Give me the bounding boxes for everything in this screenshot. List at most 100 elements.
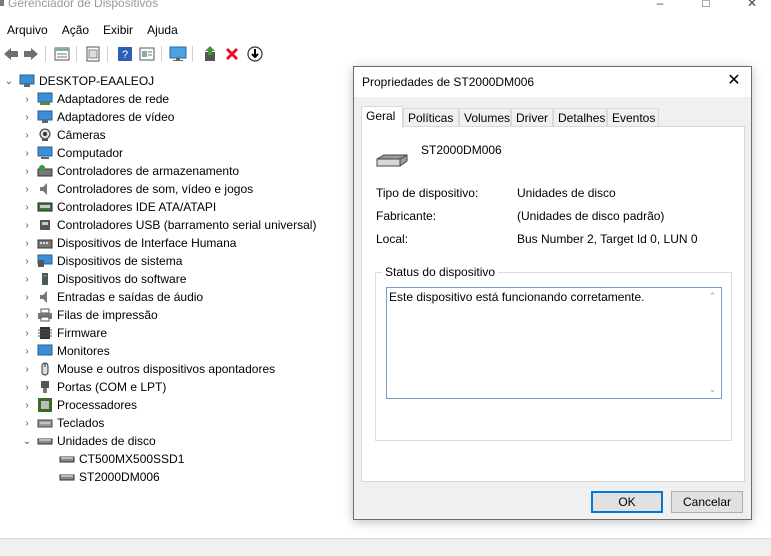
- tab-driver[interactable]: Driver: [511, 108, 553, 127]
- expand-icon[interactable]: ›: [21, 183, 33, 195]
- scroll-down-icon[interactable]: ⌄: [707, 384, 718, 395]
- tree-item-controladores-usb[interactable]: › Controladores USB (barramento serial u…: [21, 216, 316, 234]
- toolbar-separator: [76, 46, 77, 62]
- tree-item-firmware[interactable]: › Firmware: [21, 324, 107, 342]
- tree-item-label: Monitores: [57, 344, 110, 358]
- disk-drive-icon: [59, 470, 75, 484]
- minimize-icon[interactable]: –: [654, 0, 666, 9]
- tab-detalhes[interactable]: Detalhes: [553, 108, 607, 127]
- tree-item-label: Controladores USB (barramento serial uni…: [57, 218, 317, 232]
- monitor-icon[interactable]: [169, 45, 187, 63]
- tree-item-monitores[interactable]: › Monitores: [21, 342, 110, 360]
- expand-icon[interactable]: ›: [21, 165, 33, 177]
- ide-controller-icon: [37, 200, 53, 214]
- tree-item-controladores-ide[interactable]: › Controladores IDE ATA/ATAPI: [21, 198, 216, 216]
- show-hidden-icon[interactable]: [84, 45, 102, 63]
- tree-root[interactable]: ⌄ DESKTOP-EAALEOJ: [3, 72, 154, 90]
- update-driver-icon[interactable]: [201, 45, 219, 63]
- tree-item-adaptadores-de-video[interactable]: › Adaptadores de vídeo: [21, 108, 174, 126]
- properties-icon[interactable]: [53, 45, 71, 63]
- properties-dialog: Propriedades de ST2000DM006 ✕ Geral Polí…: [353, 66, 752, 520]
- cancel-button[interactable]: Cancelar: [671, 491, 743, 513]
- expand-icon[interactable]: ›: [21, 327, 33, 339]
- tree-item-unidades-de-disco[interactable]: ⌄ Unidades de disco: [21, 432, 156, 450]
- expand-icon[interactable]: ›: [21, 237, 33, 249]
- tree-item-label: Entradas e saídas de áudio: [57, 290, 204, 304]
- network-adapter-icon: [37, 92, 53, 106]
- tree-item-teclados[interactable]: › Teclados: [21, 414, 104, 432]
- collapse-icon[interactable]: ⌄: [21, 435, 33, 447]
- expand-icon[interactable]: ›: [21, 291, 33, 303]
- tree-item-controladores-de-armazenamento[interactable]: › Controladores de armazenamento: [21, 162, 239, 180]
- storage-controller-icon: [37, 164, 53, 178]
- tree-item-label: Controladores IDE ATA/ATAPI: [57, 200, 217, 214]
- device-type-label: Tipo de dispositivo:: [376, 186, 479, 200]
- tree-item-filas-de-impressao[interactable]: › Filas de impressão: [21, 306, 157, 324]
- tab-volumes[interactable]: Volumes: [459, 108, 511, 127]
- tree-item-dispositivos-do-software[interactable]: › Dispositivos do software: [21, 270, 186, 288]
- disable-icon[interactable]: [246, 45, 264, 63]
- tree-item-disk-st2000[interactable]: ST2000DM006: [55, 468, 160, 486]
- dialog-title: Propriedades de ST2000DM006: [362, 75, 535, 89]
- processor-icon: [37, 398, 53, 412]
- disk-drive-icon: [37, 434, 53, 448]
- tree-item-label: Controladores de som, vídeo e jogos: [57, 182, 254, 196]
- expand-icon[interactable]: ›: [21, 111, 33, 123]
- menu-acao[interactable]: Ação: [55, 20, 96, 40]
- maximize-icon[interactable]: □: [700, 0, 712, 9]
- tree-item-label: Mouse e outros dispositivos apontadores: [57, 362, 276, 376]
- disk-drive-icon: [376, 149, 408, 174]
- expand-icon[interactable]: ›: [21, 345, 33, 357]
- display-adapter-icon: [37, 110, 53, 124]
- expand-icon[interactable]: ›: [21, 147, 33, 159]
- forward-icon[interactable]: [22, 45, 40, 63]
- tree-item-label: Dispositivos do software: [57, 272, 187, 286]
- expand-icon[interactable]: ›: [21, 93, 33, 105]
- menu-ajuda[interactable]: Ajuda: [140, 20, 185, 40]
- tree-item-controladores-de-som[interactable]: › Controladores de som, vídeo e jogos: [21, 180, 253, 198]
- tree-root-label: DESKTOP-EAALEOJ: [39, 74, 155, 88]
- expand-icon[interactable]: ›: [21, 399, 33, 411]
- manufacturer-label: Fabricante:: [376, 209, 437, 223]
- back-icon[interactable]: [2, 45, 20, 63]
- tree-item-dispositivos-de-sistema[interactable]: › Dispositivos de sistema: [21, 252, 182, 270]
- menu-exibir[interactable]: Exibir: [96, 20, 140, 40]
- toolbar-separator: [107, 46, 108, 62]
- tab-politicas[interactable]: Políticas: [403, 108, 459, 127]
- close-icon[interactable]: ✕: [725, 72, 743, 90]
- device-type-value: Unidades de disco: [517, 186, 616, 200]
- scroll-up-icon[interactable]: ⌃: [707, 291, 718, 302]
- tree-item-cameras[interactable]: › Câmeras: [21, 126, 105, 144]
- expand-icon[interactable]: ›: [21, 381, 33, 393]
- tree-item-dispositivos-de-interface-humana[interactable]: › Dispositivos de Interface Humana: [21, 234, 236, 252]
- tree-item-portas[interactable]: › Portas (COM e LPT): [21, 378, 166, 396]
- tab-eventos[interactable]: Eventos: [607, 108, 659, 127]
- expand-icon[interactable]: ›: [21, 273, 33, 285]
- tab-geral[interactable]: Geral: [361, 106, 403, 128]
- printer-icon: [37, 308, 53, 322]
- expand-icon[interactable]: ›: [21, 309, 33, 321]
- details-icon[interactable]: [138, 45, 156, 63]
- expand-icon[interactable]: ›: [21, 129, 33, 141]
- expand-icon[interactable]: ›: [21, 219, 33, 231]
- menu-arquivo[interactable]: Arquivo: [0, 20, 55, 40]
- collapse-icon[interactable]: ⌄: [3, 75, 15, 87]
- status-scrollbar[interactable]: ⌃ ⌄: [704, 288, 721, 398]
- close-window-icon[interactable]: ✕: [746, 0, 758, 9]
- expand-icon[interactable]: ›: [21, 363, 33, 375]
- toolbar: ?: [0, 42, 771, 66]
- expand-icon[interactable]: ›: [21, 201, 33, 213]
- tree-item-computador[interactable]: › Computador: [21, 144, 123, 162]
- location-label: Local:: [376, 232, 409, 246]
- expand-icon[interactable]: ›: [21, 417, 33, 429]
- help-icon[interactable]: ?: [116, 45, 134, 63]
- tree-item-processadores[interactable]: › Processadores: [21, 396, 137, 414]
- tree-item-entradas-e-saidas-de-audio[interactable]: › Entradas e saídas de áudio: [21, 288, 203, 306]
- tree-item-mouse[interactable]: › Mouse e outros dispositivos apontadore…: [21, 360, 275, 378]
- device-status-textbox[interactable]: Este dispositivo está funcionando corret…: [386, 287, 722, 399]
- tree-item-disk-ct500[interactable]: CT500MX500SSD1: [55, 450, 184, 468]
- uninstall-icon[interactable]: [223, 45, 241, 63]
- tree-item-adaptadores-de-rede[interactable]: › Adaptadores de rede: [21, 90, 169, 108]
- expand-icon[interactable]: ›: [21, 255, 33, 267]
- ok-button[interactable]: OK: [591, 491, 663, 513]
